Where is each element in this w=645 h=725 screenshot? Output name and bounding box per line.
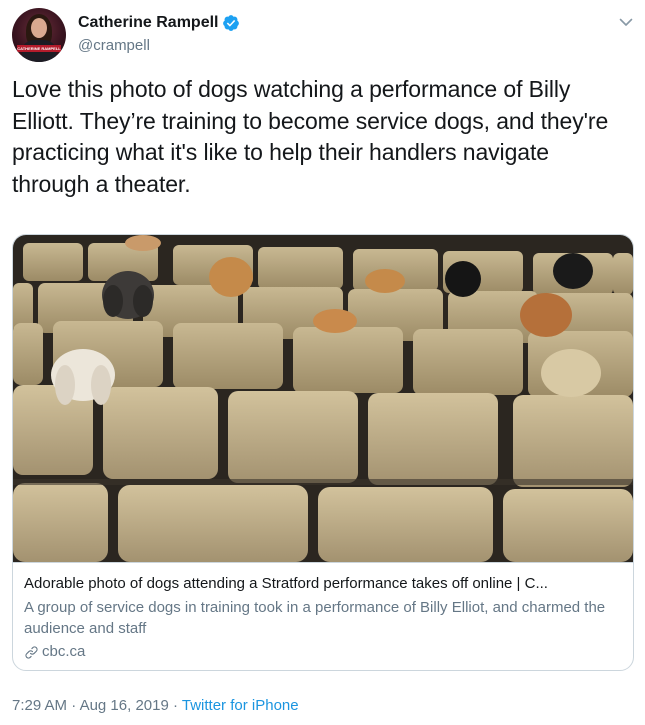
card-domain-text[interactable]: cbc.ca: [42, 642, 85, 662]
author-handle[interactable]: @crampell: [78, 37, 150, 54]
avatar-face: [31, 18, 47, 38]
card-domain[interactable]: cbc.ca: [24, 642, 85, 662]
meta-separator: ·: [67, 697, 80, 714]
card-body[interactable]: Adorable photo of dogs attending a Strat…: [13, 562, 633, 670]
card-description: A group of service dogs in training took…: [24, 599, 606, 637]
card-title[interactable]: Adorable photo of dogs attending a Strat…: [24, 574, 624, 594]
link-icon: [25, 645, 38, 659]
tweet: CATHERINE RAMPELL Catherine Rampell @cra…: [0, 0, 645, 725]
link-card[interactable]: Adorable photo of dogs attending a Strat…: [12, 234, 634, 671]
chevron-down-icon[interactable]: [617, 13, 635, 31]
avatar[interactable]: CATHERINE RAMPELL: [12, 8, 66, 62]
tweet-time[interactable]: 7:29 AM: [12, 697, 67, 714]
tweet-text: Love this photo of dogs watching a perfo…: [12, 76, 609, 197]
tweet-meta: 7:29 AM · Aug 16, 2019 · Twitter for iPh…: [12, 697, 299, 714]
tweet-source[interactable]: Twitter for iPhone: [182, 697, 299, 714]
avatar-caption: CATHERINE RAMPELL: [17, 45, 61, 52]
verified-badge-icon: [223, 15, 240, 31]
tweet-date[interactable]: Aug 16, 2019: [80, 697, 169, 714]
card-image-dogs-in-theater[interactable]: [13, 235, 633, 562]
author-name-row: Catherine Rampell: [78, 12, 240, 34]
author-display-name[interactable]: Catherine Rampell: [78, 14, 218, 32]
meta-separator: ·: [168, 697, 182, 714]
